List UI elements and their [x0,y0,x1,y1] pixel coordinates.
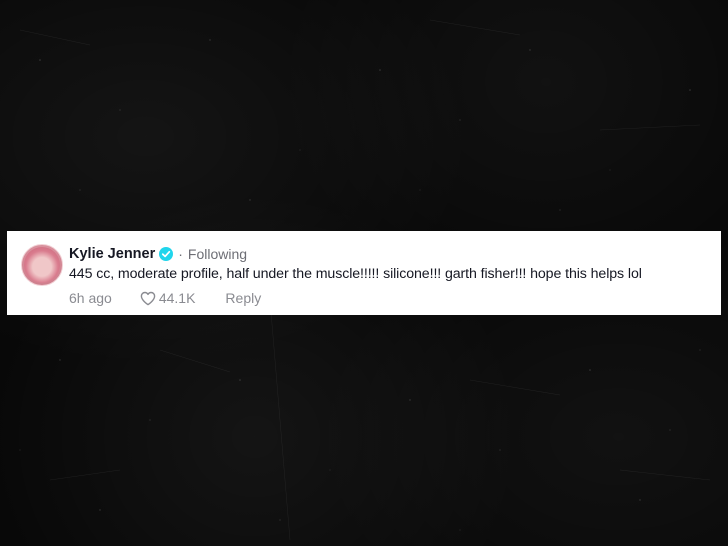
comment-timestamp: 6h ago [69,290,112,306]
like-count: 44.1K [158,290,196,306]
avatar-image [24,247,60,283]
following-status[interactable]: Following [188,246,247,262]
avatar[interactable] [21,244,63,286]
reply-button[interactable]: Reply [225,290,261,306]
separator-dot: · [178,246,183,262]
comment-text: 445 cc, moderate profile, half under the… [69,266,642,282]
like-button[interactable]: 44.1K [140,290,196,306]
comment-card: Kylie Jenner · Following 445 cc, moderat… [7,231,721,315]
username[interactable]: Kylie Jenner [69,246,155,262]
verified-badge-icon [159,247,174,261]
comment-meta: 6h ago 44.1K Reply [69,288,261,308]
heart-icon[interactable] [140,291,156,306]
comment-header: Kylie Jenner · Following [69,244,247,264]
